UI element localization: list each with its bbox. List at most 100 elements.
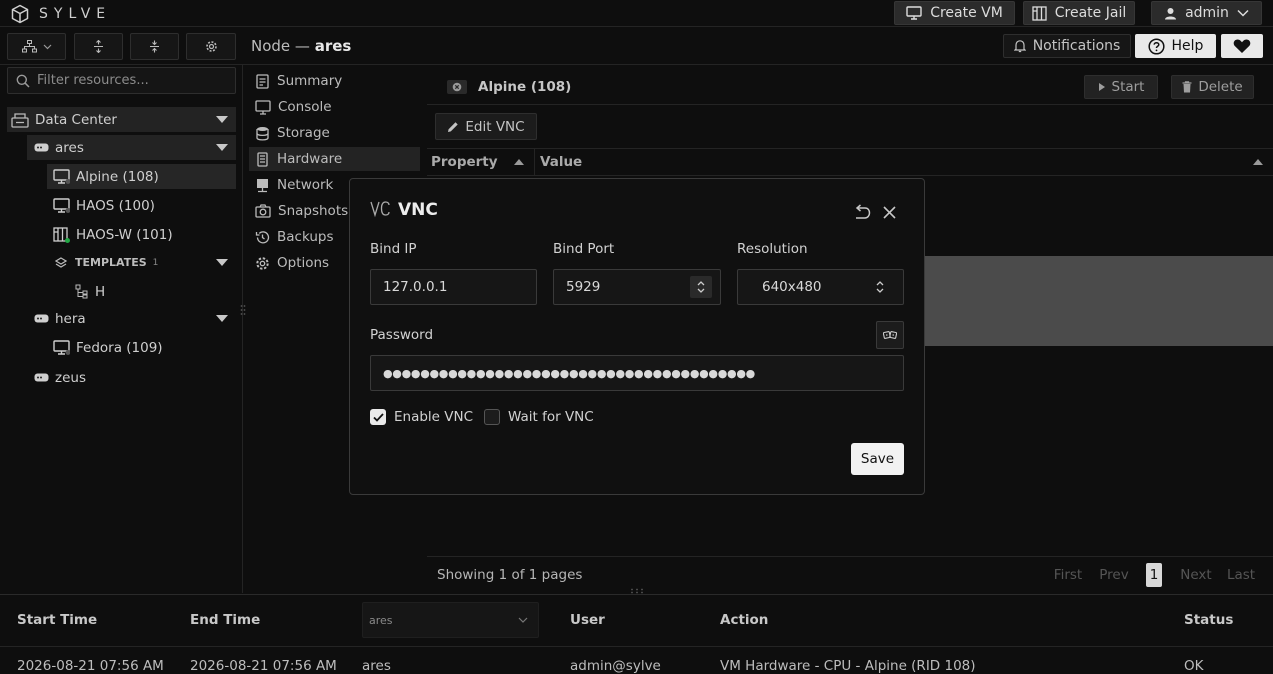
bind-ip-input[interactable]: 127.0.0.1	[370, 269, 537, 305]
log-cell-start: 2026-08-21 07:56 AM	[17, 658, 164, 674]
generate-password-button[interactable]	[876, 321, 904, 349]
tree-item-node-zeus[interactable]: zeus	[27, 365, 236, 390]
hardware-icon	[255, 151, 270, 167]
current-page-button[interactable]: 1	[1146, 563, 1162, 587]
chevron-down-icon	[43, 44, 52, 50]
vm-title: Alpine (108)	[478, 79, 572, 95]
help-button[interactable]: Help	[1135, 34, 1216, 58]
edit-vnc-label: Edit VNC	[465, 118, 525, 135]
checkbox-checked[interactable]	[370, 409, 386, 425]
user-menu-button[interactable]: admin	[1151, 1, 1262, 25]
log-cell-action: VM Hardware - CPU - Alpine (RID 108)	[720, 658, 976, 674]
delete-button[interactable]: Delete	[1171, 75, 1254, 99]
create-jail-label: Create Jail	[1054, 5, 1127, 21]
page-title: Node — ares	[251, 37, 351, 55]
server-icon	[34, 143, 49, 152]
bind-ip-label: Bind IP	[370, 241, 417, 257]
wait-vnc-checkbox[interactable]: Wait for VNC	[484, 409, 594, 425]
tree-item-vm-haos[interactable]: HAOS (100)	[47, 193, 236, 218]
caret-down-icon[interactable]	[216, 315, 228, 322]
log-header-end[interactable]: End Time	[190, 612, 260, 628]
log-header-status[interactable]: Status	[1184, 612, 1233, 628]
chevron-down-icon	[1237, 9, 1249, 17]
caret-down-icon[interactable]	[216, 259, 228, 266]
tree-item-vm-haos-w[interactable]: HAOS-W (101)	[47, 222, 236, 247]
tree-item-node-hera[interactable]: hera	[27, 306, 236, 331]
logo-text: SYLVE	[39, 6, 112, 22]
menu-label: Backups	[277, 229, 334, 245]
tree-label: H	[95, 283, 106, 300]
create-vm-label: Create VM	[930, 5, 1003, 21]
collapse-arrows-icon	[148, 40, 161, 53]
column-label: Property	[431, 154, 498, 170]
hardware-table-header: Property Value	[427, 148, 1273, 176]
menu-label: Storage	[277, 125, 330, 141]
tree-item-vm-alpine[interactable]: Alpine (108)	[47, 164, 236, 189]
start-button[interactable]: Start	[1084, 75, 1158, 99]
heart-icon	[1233, 38, 1251, 54]
caret-down-icon[interactable]	[216, 116, 228, 123]
vm-monitor-icon	[53, 340, 70, 355]
tree-item-templates[interactable]: TEMPLATES 1	[47, 250, 236, 275]
jail-icon	[53, 226, 70, 243]
tree-item-template-h[interactable]: H	[72, 279, 236, 304]
donate-button[interactable]	[1221, 34, 1263, 58]
template-tree-icon	[74, 284, 89, 299]
tree-item-datacenter[interactable]: Data Center	[7, 107, 236, 132]
selected-table-row[interactable]	[924, 256, 1273, 346]
save-button[interactable]: Save	[851, 443, 904, 475]
close-icon[interactable]	[882, 205, 897, 220]
tree-label: zeus	[55, 369, 86, 386]
log-header-action[interactable]: Action	[720, 612, 768, 628]
caret-down-icon[interactable]	[216, 144, 228, 151]
menu-summary[interactable]: Summary	[249, 69, 420, 93]
monitor-icon	[906, 6, 922, 20]
log-cell-status: OK	[1184, 658, 1204, 674]
menu-hardware[interactable]: Hardware	[249, 147, 420, 171]
checkbox-unchecked[interactable]	[484, 409, 500, 425]
create-jail-button[interactable]: Create Jail	[1023, 1, 1135, 25]
collapse-all-button[interactable]	[130, 33, 179, 60]
create-vm-button[interactable]: Create VM	[894, 1, 1015, 25]
enable-vnc-checkbox[interactable]: Enable VNC	[370, 409, 473, 425]
wait-vnc-label: Wait for VNC	[508, 409, 594, 425]
server-tree-icon	[11, 112, 29, 128]
reset-icon[interactable]	[853, 204, 871, 220]
menu-label: Snapshots	[278, 203, 349, 219]
vnc-icon	[370, 200, 392, 218]
network-icon	[255, 178, 270, 193]
cube-icon	[10, 4, 30, 24]
edit-vnc-button[interactable]: Edit VNC	[435, 113, 537, 140]
expand-all-button[interactable]	[74, 33, 123, 60]
tree-view-toggle-button[interactable]	[7, 33, 66, 60]
notifications-button[interactable]: Notifications	[1003, 34, 1131, 58]
log-header-start[interactable]: Start Time	[17, 612, 97, 628]
bind-port-input[interactable]: 5929	[553, 269, 721, 305]
tree-item-vm-fedora[interactable]: Fedora (109)	[47, 335, 236, 360]
filter-resources-input[interactable]: Filter resources...	[7, 67, 236, 94]
password-input[interactable]: ●●●●●●●●●●●●●●●●●●●●●●●●●●●●●●●●●●●●●●●●	[370, 355, 904, 391]
menu-label: Network	[277, 177, 334, 193]
prev-page-button[interactable]: Prev	[1094, 563, 1134, 587]
menu-storage[interactable]: Storage	[249, 121, 420, 145]
log-cell-user: admin@sylve	[570, 658, 661, 674]
logo: SYLVE	[10, 4, 111, 24]
menu-console[interactable]: Console	[249, 95, 420, 119]
column-property[interactable]: Property	[427, 149, 535, 175]
log-header-user[interactable]: User	[570, 612, 605, 628]
port-stepper[interactable]	[690, 276, 712, 298]
first-page-button[interactable]: First	[1048, 563, 1088, 587]
column-label: Value	[540, 154, 583, 170]
column-value[interactable]: Value	[535, 149, 1273, 175]
tree-label: Alpine (108)	[76, 168, 159, 185]
resolution-select[interactable]: 640x480	[737, 269, 904, 305]
settings-button[interactable]	[186, 33, 236, 60]
node-filter-select[interactable]: ares	[362, 602, 539, 638]
last-page-button[interactable]: Last	[1222, 563, 1260, 587]
panel-resize-handle[interactable]	[240, 304, 246, 316]
gear-icon	[205, 40, 218, 53]
tree-label: Fedora (109)	[76, 339, 163, 356]
tree-item-node-ares[interactable]: ares	[27, 135, 236, 160]
next-page-button[interactable]: Next	[1176, 563, 1216, 587]
log-divider	[0, 646, 1273, 647]
